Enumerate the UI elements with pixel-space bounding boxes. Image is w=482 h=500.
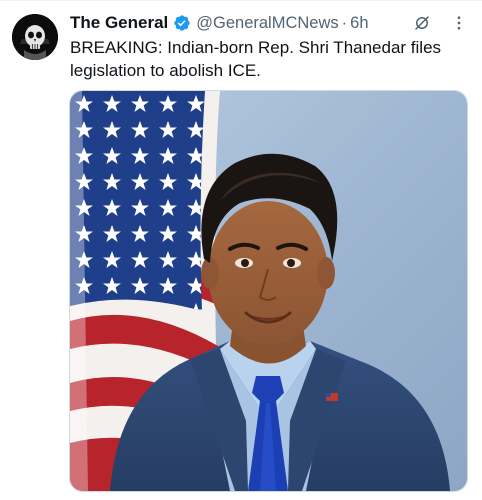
verified-badge-icon <box>173 14 191 32</box>
tweet-header: The General @GeneralMCNews · 6h <box>70 12 369 34</box>
skull-avatar-icon <box>12 14 58 60</box>
tweet[interactable]: The General @GeneralMCNews · 6h BREAKING… <box>0 0 482 500</box>
separator-dot: · <box>341 13 348 32</box>
tweet-text: BREAKING: Indian-born Rep. Shri Thanedar… <box>70 38 442 80</box>
portrait-photo <box>70 91 467 491</box>
timestamp[interactable]: 6h <box>350 14 368 33</box>
avatar[interactable] <box>12 14 58 60</box>
grok-icon[interactable] <box>411 12 433 34</box>
more-options-icon[interactable] <box>448 12 470 34</box>
tweet-image[interactable] <box>69 90 468 492</box>
display-name[interactable]: The General <box>70 13 168 33</box>
user-handle[interactable]: @GeneralMCNews <box>196 14 338 33</box>
